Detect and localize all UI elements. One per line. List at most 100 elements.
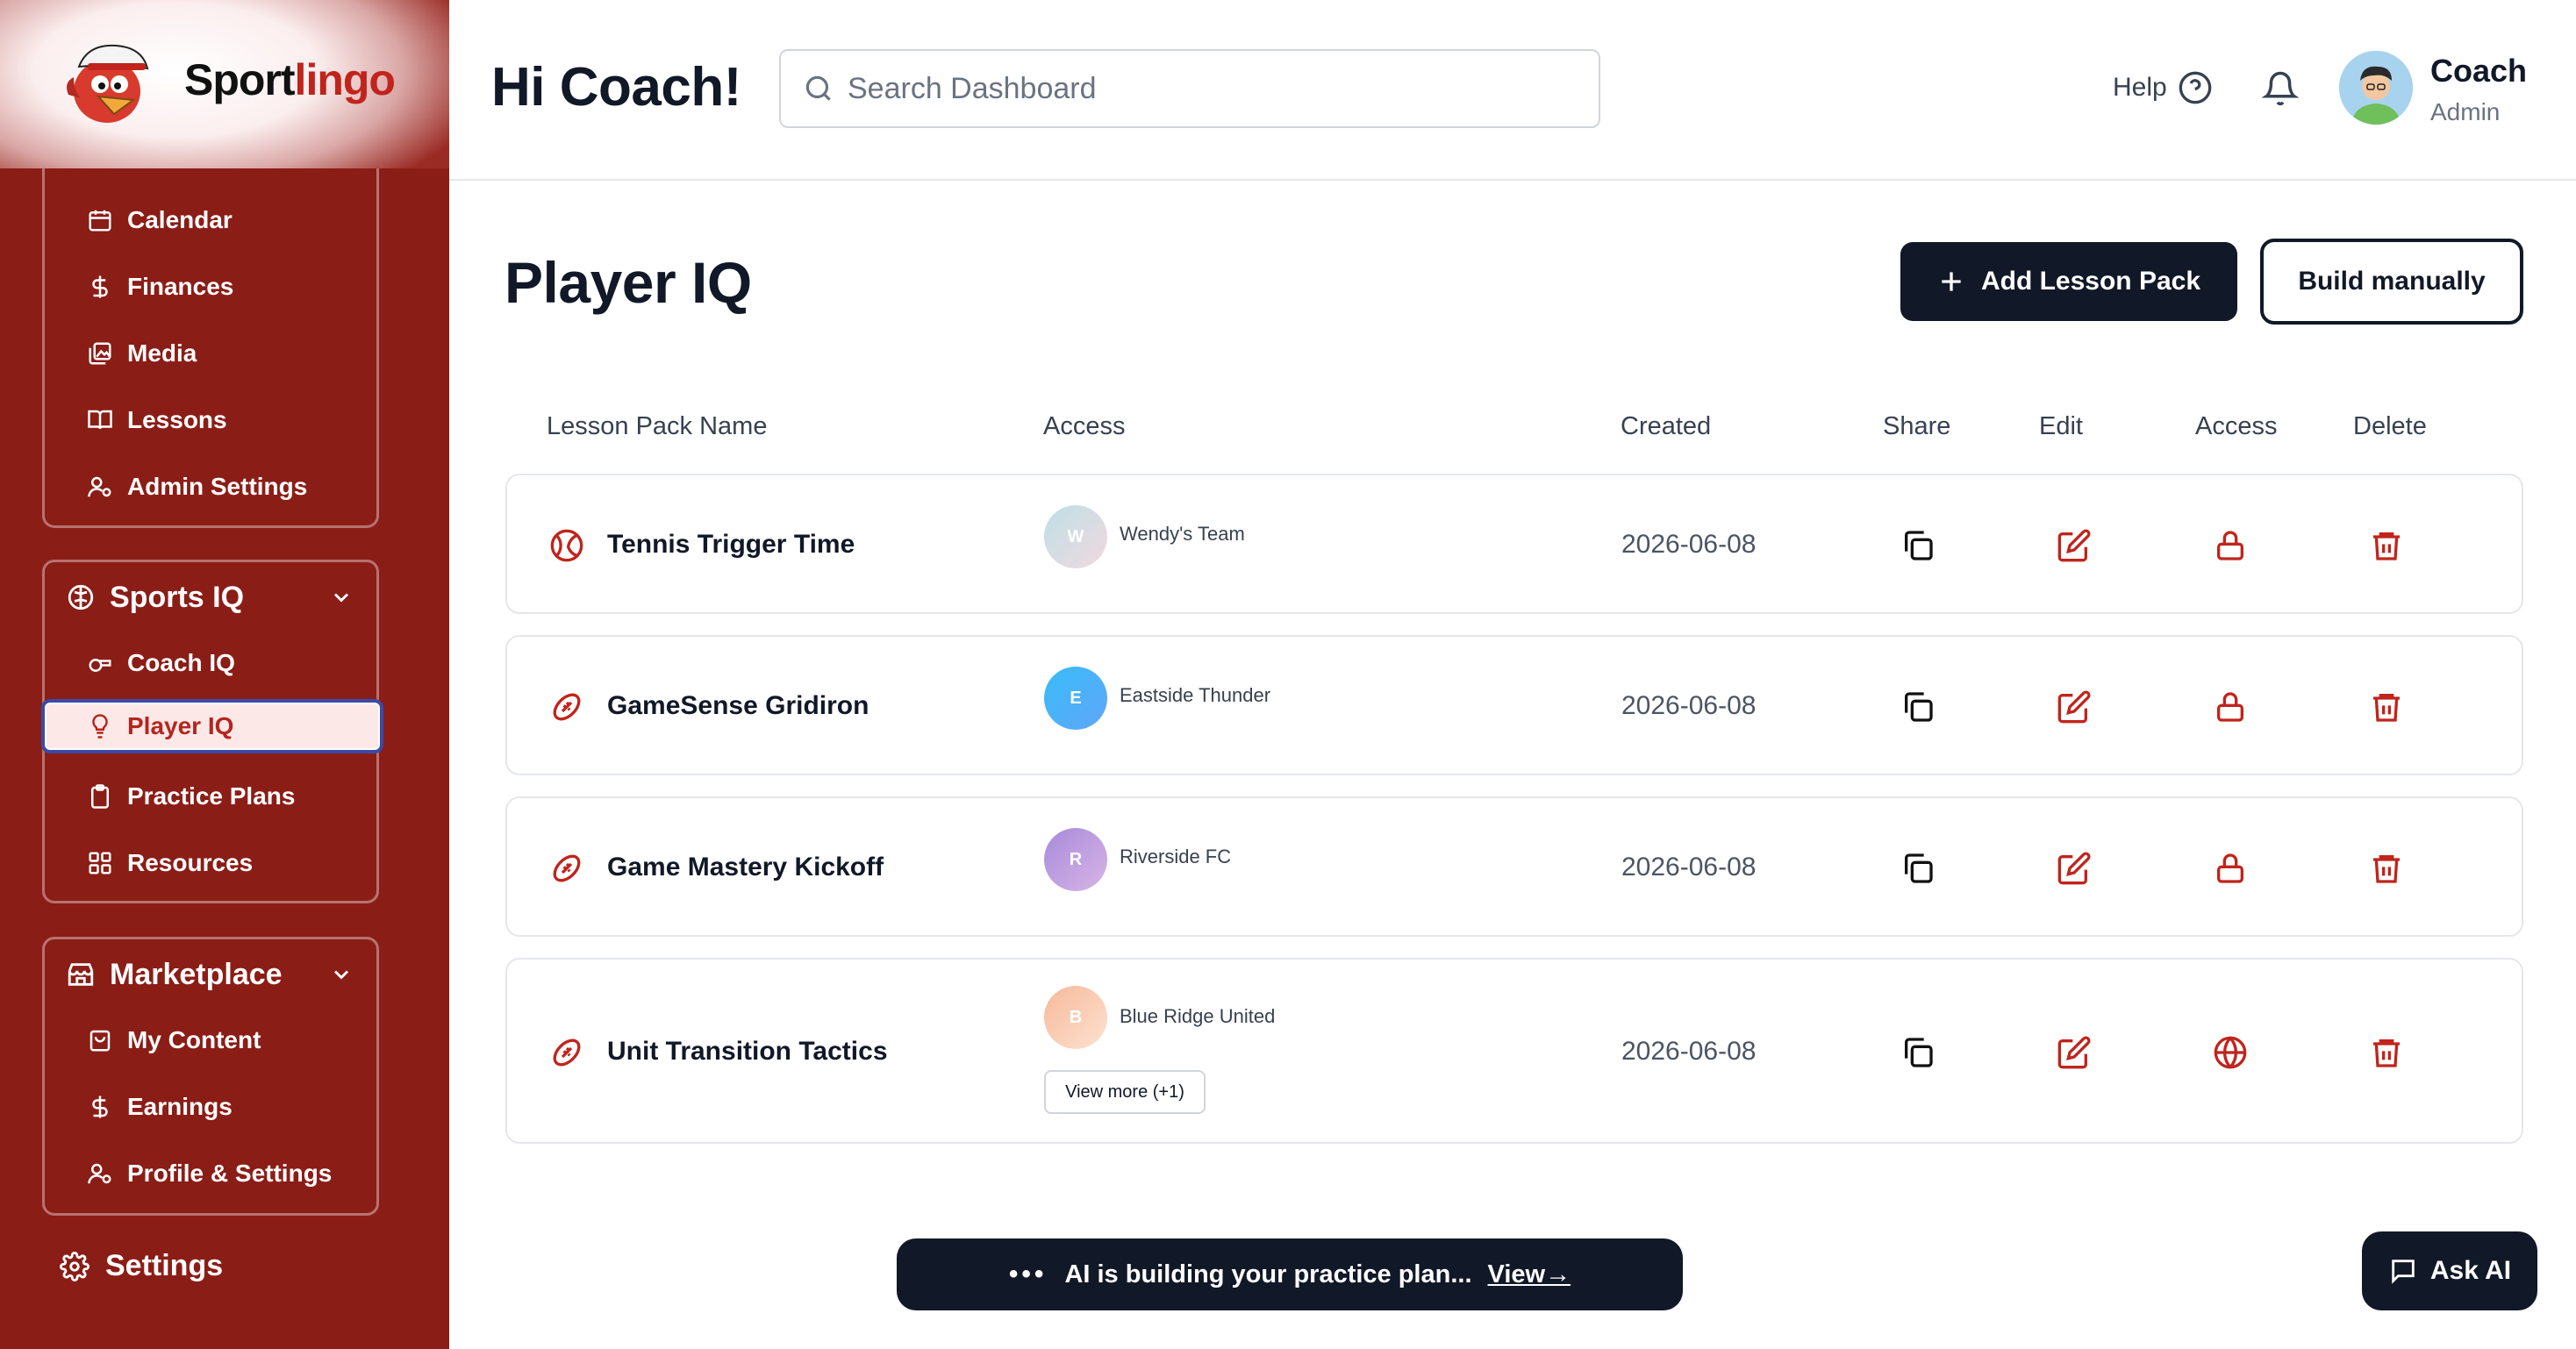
- sidebar-item-practice-plans[interactable]: Practice Plans: [45, 769, 376, 824]
- sidebar-item-resources[interactable]: Resources: [45, 836, 376, 890]
- lesson-pack-name[interactable]: GameSense Gridiron: [607, 691, 869, 721]
- lock-icon[interactable]: [2213, 851, 2248, 886]
- view-more-button[interactable]: View more (+1): [1044, 1070, 1206, 1114]
- sidebar-item-label: Resources: [127, 849, 254, 876]
- user-settings-icon: [88, 1163, 111, 1184]
- ai-progress-banner: ••• AI is building your practice plan...…: [897, 1238, 1683, 1310]
- avatar[interactable]: [2339, 51, 2413, 125]
- table-row[interactable]: Tennis Trigger Time W Wendy's Team 2026-…: [505, 474, 2523, 614]
- table-row[interactable]: Unit Transition Tactics B Blue Ridge Uni…: [505, 958, 2523, 1144]
- sidebar-item-coach-iq[interactable]: Coach IQ: [45, 636, 376, 690]
- brand-name: Sportlingo: [184, 55, 396, 104]
- sports-iq-title: Sports IQ: [110, 580, 245, 614]
- football-icon: [553, 1039, 581, 1067]
- search-box[interactable]: [779, 49, 1600, 128]
- marketplace-title: Marketplace: [110, 957, 283, 991]
- ask-ai-button[interactable]: Ask AI: [2362, 1231, 2537, 1310]
- sidebar-item-label: Practice Plans: [127, 782, 296, 810]
- store-icon: [68, 963, 94, 986]
- column-header-access: Access: [1043, 412, 1126, 440]
- lesson-pack-name[interactable]: Tennis Trigger Time: [607, 530, 855, 560]
- ai-banner-view-link[interactable]: View→: [1488, 1260, 1571, 1289]
- shopping-bag-icon: [89, 1030, 111, 1052]
- sidebar-item-lessons[interactable]: Lessons: [45, 393, 376, 447]
- team-name: Wendy's Team: [1120, 523, 1245, 545]
- copy-icon[interactable]: [1900, 851, 1936, 886]
- dollar-icon: [92, 1096, 108, 1118]
- created-date: 2026-06-08: [1621, 1037, 1757, 1066]
- sidebar-item-settings[interactable]: Settings: [60, 1249, 223, 1283]
- team-avatar: R: [1044, 828, 1107, 891]
- sidebar-item-label: Admin Settings: [127, 473, 308, 500]
- media-icon: [89, 342, 111, 365]
- clipboard-icon: [91, 784, 109, 809]
- created-date: 2026-06-08: [1621, 691, 1757, 720]
- edit-icon[interactable]: [2057, 851, 2092, 886]
- sidebar-item-media[interactable]: Media: [45, 326, 376, 381]
- sidebar-item-calendar[interactable]: Calendar: [45, 193, 376, 247]
- team-avatar: E: [1044, 667, 1107, 730]
- sidebar-item-profile-settings[interactable]: Profile & Settings: [45, 1146, 376, 1201]
- trash-icon[interactable]: [2369, 689, 2404, 724]
- lock-icon[interactable]: [2213, 528, 2248, 563]
- edit-icon[interactable]: [2057, 528, 2092, 563]
- sidebar-item-label: Coach IQ: [127, 649, 235, 676]
- sports-iq-toggle[interactable]: Sports IQ: [45, 566, 376, 629]
- lesson-pack-name[interactable]: Unit Transition Tactics: [607, 1037, 888, 1067]
- marketplace-toggle[interactable]: Marketplace: [45, 943, 376, 1006]
- search-input[interactable]: [848, 71, 1567, 106]
- whistle-icon: [89, 659, 111, 672]
- sidebar-item-earnings[interactable]: Earnings: [45, 1080, 376, 1134]
- add-lesson-pack-button[interactable]: Add Lesson Pack: [1900, 242, 2237, 321]
- chevron-down-icon: [333, 593, 349, 603]
- sidebar-item-finances[interactable]: Finances: [45, 260, 376, 314]
- copy-icon[interactable]: [1900, 689, 1936, 724]
- edit-icon[interactable]: [2057, 689, 2092, 724]
- table-row[interactable]: Game Mastery Kickoff R Riverside FC 2026…: [505, 796, 2523, 937]
- chevron-down-icon: [333, 970, 349, 980]
- team-name: Riverside FC: [1120, 846, 1232, 867]
- sidebar-item-admin-settings[interactable]: Admin Settings: [45, 460, 376, 514]
- copy-icon[interactable]: [1900, 1035, 1936, 1070]
- search-icon: [805, 75, 831, 101]
- nav-group-general: Calendar Finances Media Lessons Admin Se…: [42, 132, 379, 528]
- sidebar-item-label: Player IQ: [127, 712, 234, 739]
- column-header-access-toggle: Access: [2195, 412, 2278, 440]
- coach-avatar-icon: [2339, 51, 2413, 125]
- edit-icon[interactable]: [2057, 1035, 2092, 1070]
- add-lesson-pack-label: Add Lesson Pack: [1980, 267, 2201, 296]
- copy-icon[interactable]: [1900, 528, 1936, 563]
- calendar-icon: [89, 210, 111, 232]
- table-row[interactable]: GameSense Gridiron E Eastside Thunder 20…: [505, 635, 2523, 775]
- user-settings-icon: [88, 476, 111, 497]
- top-header: Hi Coach! Help Coach Admin: [449, 0, 2576, 181]
- brain-icon: [68, 584, 94, 610]
- team-avatar: W: [1044, 505, 1107, 568]
- sidebar: Sportlingo Calendar Finances Media Lesso…: [0, 0, 449, 1349]
- gear-icon: [60, 1251, 89, 1281]
- sidebar-item-label: Profile & Settings: [127, 1160, 333, 1187]
- trash-icon[interactable]: [2369, 1035, 2404, 1070]
- bell-icon[interactable]: [2262, 70, 2299, 107]
- lock-icon[interactable]: [2213, 689, 2248, 724]
- column-header-share: Share: [1883, 412, 1951, 440]
- sidebar-item-my-content[interactable]: My Content: [45, 1013, 376, 1067]
- build-manually-button[interactable]: Build manually: [2260, 239, 2523, 325]
- created-date: 2026-06-08: [1621, 853, 1757, 881]
- lesson-pack-name[interactable]: Game Mastery Kickoff: [607, 853, 884, 882]
- help-button[interactable]: Help: [2113, 70, 2213, 105]
- sidebar-item-player-iq[interactable]: Player IQ: [41, 699, 383, 753]
- trash-icon[interactable]: [2369, 851, 2404, 886]
- column-header-created: Created: [1621, 412, 1712, 440]
- trash-icon[interactable]: [2369, 528, 2404, 563]
- team-name: Eastside Thunder: [1120, 684, 1271, 706]
- ask-ai-label: Ask AI: [2429, 1256, 2512, 1285]
- chat-icon: [2392, 1260, 2415, 1284]
- ai-banner-text: AI is building your practice plan...: [1064, 1260, 1472, 1288]
- sidebar-item-label: Earnings: [127, 1093, 233, 1120]
- dollar-icon: [92, 275, 108, 298]
- sidebar-item-label: Media: [127, 339, 197, 367]
- grid-icon: [89, 852, 111, 874]
- globe-icon[interactable]: [2213, 1035, 2248, 1070]
- team-name: Blue Ridge United: [1120, 1005, 1276, 1027]
